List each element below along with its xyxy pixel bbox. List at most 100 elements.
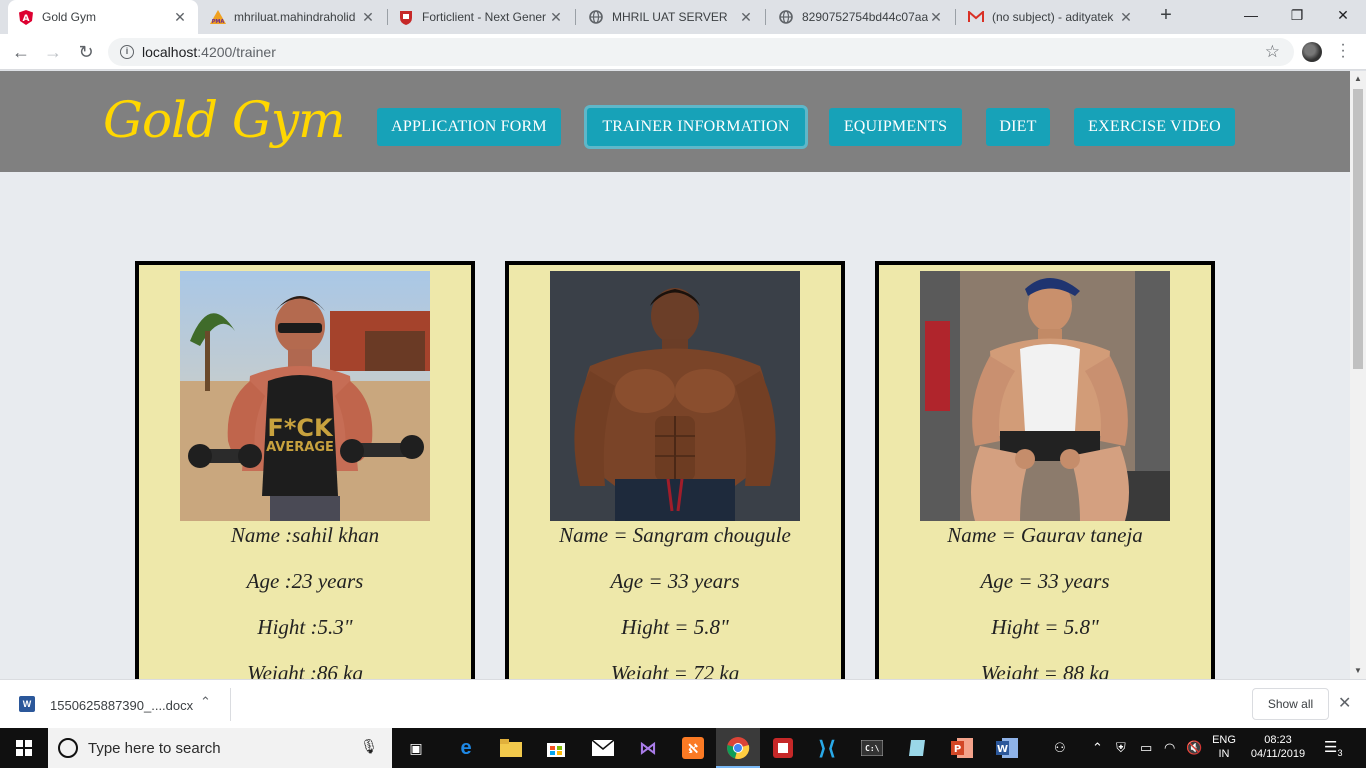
scrollbar-thumb[interactable]	[1353, 89, 1363, 369]
tab-8290752754[interactable]: 8290752754bd44c07aa ✕	[768, 0, 954, 34]
trainer-age: Age = 33 years	[980, 569, 1110, 593]
tab-title: MHRIL UAT SERVER	[612, 10, 728, 24]
clock-date: 04/11/2019	[1250, 748, 1306, 760]
visual-studio-icon[interactable]: ⋈	[634, 734, 662, 762]
vscode-icon[interactable]: ⟩⟨	[813, 734, 841, 762]
browser-toolbar: ← → ↻ i localhost:4200/trainer ☆ · · ·	[0, 34, 1366, 70]
store-icon[interactable]	[542, 734, 570, 762]
shelf-divider	[230, 688, 231, 721]
mail-icon[interactable]	[589, 734, 617, 762]
close-shelf-icon[interactable]: ✕	[1338, 693, 1351, 713]
xampp-icon[interactable]: ℵ	[679, 734, 707, 762]
forticlient-icon[interactable]	[769, 734, 797, 762]
tab-mhril-uat-server[interactable]: MHRIL UAT SERVER ✕	[578, 0, 764, 34]
download-shelf: W 1550625887390_....docx ⌃ Show all ✕	[0, 679, 1366, 728]
nav-diet[interactable]: DIET	[986, 108, 1050, 146]
cortana-icon	[58, 738, 78, 758]
bookmark-star-icon[interactable]: ☆	[1265, 42, 1280, 62]
powerpoint-icon[interactable]: P	[948, 734, 976, 762]
browser-menu-icon[interactable]: · · ·	[1340, 37, 1346, 65]
page-scrollbar[interactable]: ▲ ▼	[1350, 71, 1366, 679]
edge-icon[interactable]: e	[452, 734, 480, 762]
show-all-button[interactable]: Show all	[1252, 688, 1329, 720]
microphone-icon[interactable]: 🎙	[360, 738, 378, 755]
tab-title: (no subject) - adityatek	[992, 10, 1114, 24]
windows-taskbar: Type here to search 🎙 ▣ e ⋈ ℵ ⟩⟨ C:\ P W…	[0, 728, 1366, 768]
nav-trainer-information[interactable]: TRAINER INFORMATION	[587, 108, 805, 146]
chrome-icon[interactable]	[724, 734, 752, 762]
people-icon[interactable]: ⚇	[1054, 740, 1066, 756]
globe-icon	[588, 9, 604, 25]
task-view-icon[interactable]: ▣	[402, 734, 430, 762]
trainer-name: Name = Sangram chougule	[559, 523, 791, 547]
svg-text:C:\: C:\	[865, 744, 880, 753]
url-path: :4200/trainer	[197, 44, 276, 60]
tab-separator	[955, 9, 956, 25]
trainer-weight: Weight = 72 kg	[610, 661, 740, 679]
tab-separator	[575, 9, 576, 25]
chevron-up-icon[interactable]: ⌃	[1092, 740, 1103, 756]
info-icon[interactable]: i	[120, 45, 134, 59]
forward-arrow-icon[interactable]: →	[41, 40, 65, 64]
language-indicator[interactable]: ENG IN	[1208, 733, 1240, 761]
address-bar[interactable]: i localhost:4200/trainer ☆	[108, 38, 1294, 66]
shirt-text-1: F*CK	[267, 414, 334, 442]
close-tab-icon[interactable]: ✕	[1118, 9, 1134, 26]
language-top: ENG	[1212, 734, 1236, 746]
nav-application-form[interactable]: APPLICATION FORM	[377, 108, 561, 146]
trainer-photo	[550, 271, 800, 521]
battery-icon[interactable]: ▭	[1140, 740, 1152, 756]
trainer-age: Age = 33 years	[610, 569, 740, 593]
new-tab-icon[interactable]: +	[1156, 5, 1176, 26]
trainer-weight: Weight :86 kg	[247, 661, 363, 679]
chevron-up-icon[interactable]: ⌃	[200, 694, 211, 710]
url-host: localhost	[142, 44, 198, 60]
close-tab-icon[interactable]: ✕	[172, 9, 188, 26]
back-arrow-icon[interactable]: ←	[9, 40, 33, 64]
trainer-age: Age :23 years	[246, 569, 364, 593]
trainer-height: Hight = 5.8"	[991, 615, 1099, 639]
scroll-up-icon[interactable]: ▲	[1350, 71, 1366, 87]
taskbar-search-input[interactable]: Type here to search 🎙	[48, 728, 392, 768]
angular-icon: A	[18, 9, 34, 25]
file-explorer-icon[interactable]	[497, 734, 525, 762]
minimize-icon[interactable]: —	[1228, 0, 1274, 30]
tab-forticlient[interactable]: Forticlient - Next Gener ✕	[388, 0, 574, 34]
close-tab-icon[interactable]: ✕	[548, 9, 564, 26]
close-tab-icon[interactable]: ✕	[360, 9, 376, 26]
search-placeholder: Type here to search	[88, 739, 221, 757]
close-tab-icon[interactable]: ✕	[928, 9, 944, 26]
scroll-down-icon[interactable]: ▼	[1350, 663, 1366, 679]
volume-muted-icon[interactable]: 🔇	[1186, 740, 1202, 756]
tab-gmail[interactable]: (no subject) - adityatek ✕	[958, 0, 1144, 34]
pma-icon: PMA	[210, 9, 226, 25]
word-doc-icon: W	[19, 696, 35, 712]
word-icon[interactable]: W	[993, 734, 1021, 762]
site-logo[interactable]: Gold Gym	[103, 91, 346, 149]
reload-icon[interactable]: ↻	[74, 40, 98, 64]
tab-title: mhriluat.mahindraholid	[234, 10, 356, 24]
tab-gold-gym[interactable]: A Gold Gym ✕	[8, 0, 198, 34]
tab-mhriluat[interactable]: PMA mhriluat.mahindraholid ✕	[200, 0, 386, 34]
notes-app-icon[interactable]	[903, 734, 931, 762]
close-tab-icon[interactable]: ✕	[738, 9, 754, 26]
notification-center-icon[interactable]: ☰3	[1324, 738, 1342, 758]
trainer-photo	[920, 271, 1170, 521]
trainer-photo: F*CK AVERAGE	[180, 271, 430, 521]
svg-text:W: W	[997, 744, 1008, 755]
wifi-icon[interactable]: ◠	[1164, 740, 1175, 756]
close-window-icon[interactable]: ✕	[1320, 0, 1366, 30]
restore-icon[interactable]: ❐	[1274, 0, 1320, 30]
download-filename[interactable]: 1550625887390_....docx	[50, 698, 193, 713]
notification-count: 3	[1337, 748, 1343, 758]
clock[interactable]: 08:23 04/11/2019	[1244, 733, 1312, 761]
terminal-icon[interactable]: C:\	[858, 734, 886, 762]
windows-start-icon[interactable]	[0, 728, 48, 768]
tab-title: 8290752754bd44c07aa	[802, 10, 928, 24]
security-alert-icon[interactable]: ⛨	[1116, 740, 1126, 756]
nav-equipments[interactable]: EQUIPMENTS	[829, 108, 962, 146]
nav-exercise-video[interactable]: EXERCISE VIDEO	[1074, 108, 1235, 146]
svg-text:P: P	[954, 744, 961, 755]
trainer-height: Hight :5.3"	[257, 615, 353, 639]
profile-avatar[interactable]	[1302, 42, 1322, 62]
